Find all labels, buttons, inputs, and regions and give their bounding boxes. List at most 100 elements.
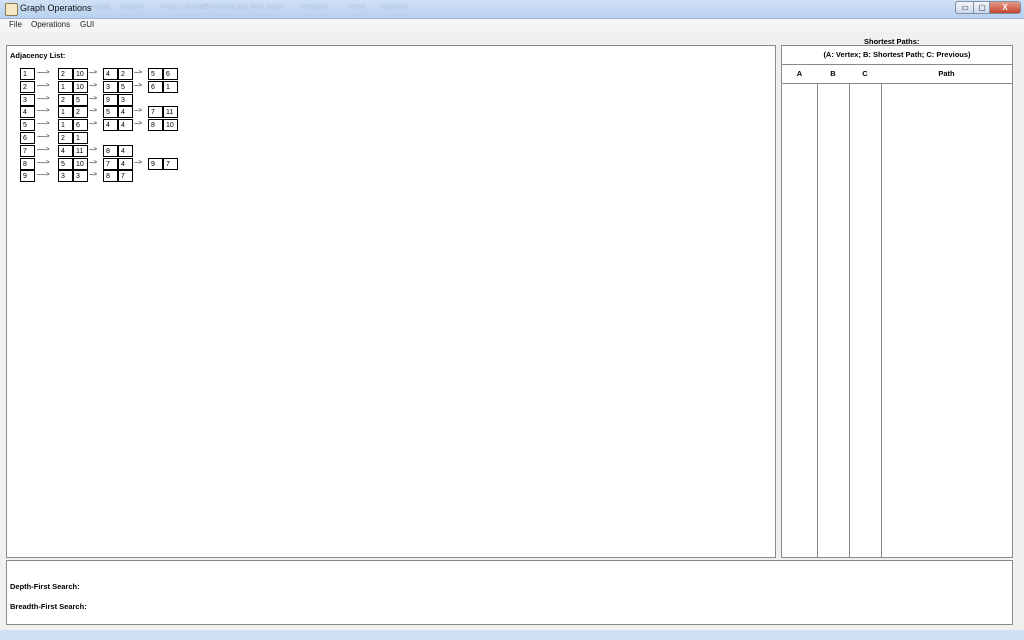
window-titlebar[interactable]: Graph Operations HOME INSERT PAGE LAYOUT… <box>0 0 1024 19</box>
ghost-tab: HOME <box>90 4 111 11</box>
arrow-connector: ---> <box>89 96 97 102</box>
dfs-label: Depth-First Search: <box>10 582 80 591</box>
menu-operations[interactable]: Operations <box>31 20 70 29</box>
arrow-connector: ---> <box>89 172 97 178</box>
column-header-b: B <box>830 69 836 78</box>
vertex-cell: 7 <box>20 145 35 157</box>
edge-weight-cell: 6 <box>163 68 178 80</box>
ghost-tab: REFERENCES <box>200 4 248 11</box>
arrow-connector: ---> <box>89 147 97 153</box>
arrow-connector: ------> <box>37 96 50 102</box>
arrow-connector: ------> <box>37 70 50 76</box>
edge-weight-cell: 4 <box>118 119 133 131</box>
shortest-paths-table-header: A B C Path <box>782 65 1012 84</box>
arrow-connector: ---> <box>89 121 97 127</box>
arrow-connector: ---> <box>134 83 142 89</box>
edge-weight-cell: 2 <box>73 106 88 118</box>
edge-target-cell: 4 <box>103 119 118 131</box>
menu-file[interactable]: File <box>9 20 22 29</box>
vertex-cell: 3 <box>20 94 35 106</box>
edge-weight-cell: 10 <box>73 68 88 80</box>
ghost-tab: VIEW <box>348 4 366 11</box>
vertex-cell: 8 <box>20 158 35 170</box>
edge-weight-cell: 6 <box>73 119 88 131</box>
vertex-cell: 4 <box>20 106 35 118</box>
arrow-connector: ---> <box>89 108 97 114</box>
arrow-connector: ---> <box>89 83 97 89</box>
edge-weight-cell: 7 <box>118 170 133 182</box>
edge-target-cell: 2 <box>58 132 73 144</box>
edge-weight-cell: 10 <box>163 119 178 131</box>
arrow-connector: ------> <box>37 134 50 140</box>
edge-target-cell: 8 <box>148 119 163 131</box>
arrow-connector: ---> <box>134 108 142 114</box>
edge-target-cell: 6 <box>148 81 163 93</box>
edge-weight-cell: 4 <box>118 106 133 118</box>
edge-weight-cell: 5 <box>73 94 88 106</box>
edge-target-cell: 9 <box>103 94 118 106</box>
shortest-paths-legend: (A: Vertex; B: Shortest Path; C: Previou… <box>782 46 1012 65</box>
ghost-tab: MAILINGS <box>250 4 284 11</box>
edge-weight-cell: 5 <box>118 81 133 93</box>
arrow-connector: ------> <box>37 83 50 89</box>
arrow-connector: ---> <box>89 160 97 166</box>
ghost-tab: EndNote <box>380 4 408 11</box>
arrow-connector: ---> <box>134 121 142 127</box>
edge-weight-cell: 3 <box>118 94 133 106</box>
edge-target-cell: 5 <box>58 158 73 170</box>
column-header-path: Path <box>938 69 955 78</box>
edge-target-cell: 3 <box>103 81 118 93</box>
edge-weight-cell: 10 <box>73 158 88 170</box>
vertex-cell: 6 <box>20 132 35 144</box>
arrow-connector: ------> <box>37 108 50 114</box>
edge-target-cell: 1 <box>58 81 73 93</box>
arrow-connector: ------> <box>37 147 50 153</box>
edge-target-cell: 8 <box>103 145 118 157</box>
vertex-cell: 1 <box>20 68 35 80</box>
menu-gui[interactable]: GUI <box>80 20 94 29</box>
ghost-tab: REVIEW <box>300 4 328 11</box>
edge-target-cell: 3 <box>58 170 73 182</box>
edge-target-cell: 7 <box>103 158 118 170</box>
edge-target-cell: 4 <box>103 68 118 80</box>
edge-target-cell: 1 <box>58 119 73 131</box>
edge-weight-cell: 1 <box>163 81 178 93</box>
arrow-connector: ---> <box>134 70 142 76</box>
arrow-connector: ------> <box>37 121 50 127</box>
column-divider <box>817 84 818 557</box>
arrow-connector: ------> <box>37 172 50 178</box>
edge-weight-cell: 11 <box>73 145 88 157</box>
edge-weight-cell: 11 <box>163 106 178 118</box>
edge-target-cell: 4 <box>58 145 73 157</box>
edge-weight-cell: 3 <box>73 170 88 182</box>
column-divider <box>849 84 850 557</box>
edge-weight-cell: 4 <box>118 145 133 157</box>
vertex-cell: 9 <box>20 170 35 182</box>
close-button[interactable]: X <box>989 1 1021 14</box>
edge-target-cell: 8 <box>103 170 118 182</box>
adjacency-list-title: Adjacency List: <box>10 51 66 60</box>
maximize-icon: ▢ <box>978 3 986 12</box>
edge-target-cell: 1 <box>58 106 73 118</box>
adjacency-list-panel: Adjacency List: 1 ------> 2 10 ---> 4 2 ---> 5 6 2… <box>6 45 776 558</box>
close-icon: X <box>1002 3 1008 12</box>
column-divider <box>881 84 882 557</box>
shortest-paths-panel: (A: Vertex; B: Shortest Path; C: Previou… <box>781 45 1013 558</box>
arrow-connector: ---> <box>89 70 97 76</box>
edge-weight-cell: 10 <box>73 81 88 93</box>
edge-weight-cell: 1 <box>73 132 88 144</box>
edge-weight-cell: 7 <box>163 158 178 170</box>
edge-target-cell: 7 <box>148 106 163 118</box>
menu-bar: File Operations GUI <box>0 19 1024 32</box>
ghost-tab: INSERT <box>120 4 146 11</box>
edge-weight-cell: 4 <box>118 158 133 170</box>
java-app-icon <box>5 3 18 16</box>
minimize-icon: ▭ <box>961 3 969 12</box>
search-results-panel: Depth-First Search: Breadth-First Search… <box>6 560 1013 625</box>
window-title: Graph Operations <box>20 3 92 13</box>
edge-target-cell: 2 <box>58 94 73 106</box>
edge-weight-cell: 2 <box>118 68 133 80</box>
minimize-button[interactable]: ▭ <box>955 1 975 14</box>
edge-target-cell: 5 <box>148 68 163 80</box>
column-header-c: C <box>862 69 868 78</box>
